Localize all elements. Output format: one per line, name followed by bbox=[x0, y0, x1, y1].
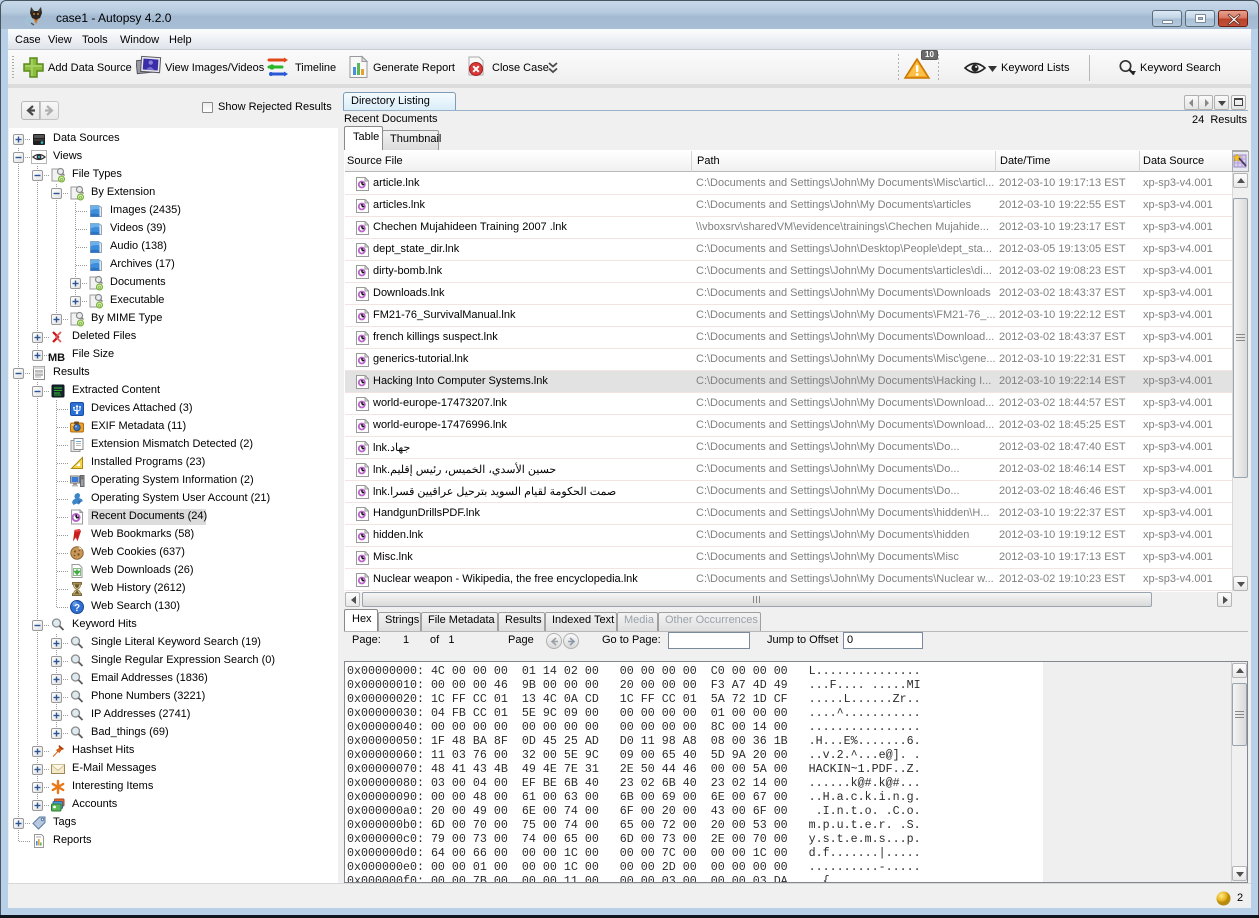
svg-text:o: o bbox=[79, 321, 82, 327]
svg-text:o: o bbox=[79, 195, 82, 201]
svg-text:o: o bbox=[60, 177, 63, 183]
svg-text:o: o bbox=[98, 303, 101, 309]
svg-text:o: o bbox=[98, 285, 101, 291]
svg-text:?: ? bbox=[74, 603, 80, 614]
